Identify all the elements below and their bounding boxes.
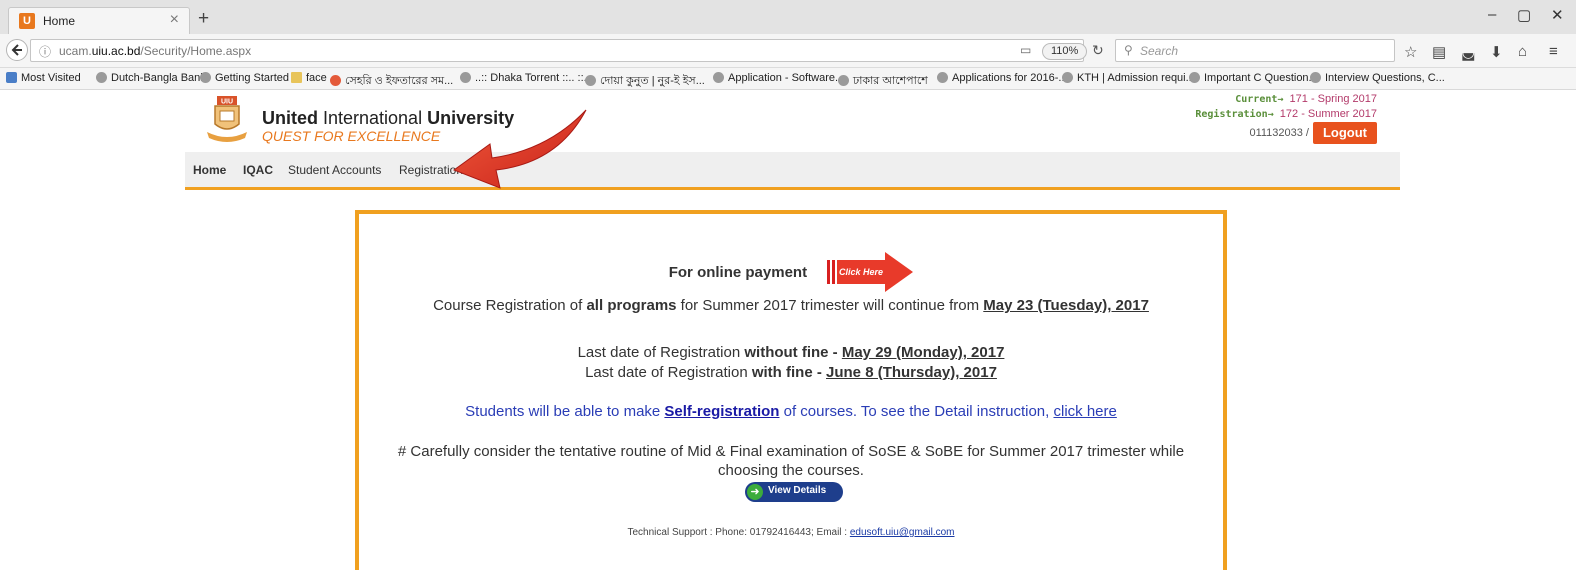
close-window-button[interactable]: ✕	[1551, 6, 1564, 24]
last-date-without-fine: Last date of Registration without fine -…	[577, 344, 1005, 361]
notice-box: For online payment Click Here Course Reg…	[355, 210, 1227, 570]
svg-text:UIU: UIU	[221, 99, 233, 106]
click-here-payment-button[interactable]: Click Here	[827, 252, 914, 292]
maximize-button[interactable]: ▢	[1517, 6, 1531, 24]
main-menu: Home IQAC Student Accounts Registration	[185, 152, 1400, 190]
logout-button[interactable]: Logout	[1313, 122, 1377, 144]
term-info: Current→ 171 - Spring 2017 Registration→…	[1195, 92, 1377, 122]
view-details-button[interactable]: ➜ View Details	[745, 482, 843, 502]
bookmark-dua-qunut[interactable]: দোয়া কুনুত | নুর-ই ইস...	[585, 72, 705, 89]
downloads-icon[interactable]: ⬇	[1490, 43, 1503, 61]
browser-titlebar: U Home × + – ▢ ✕	[0, 0, 1576, 34]
reading-list-icon[interactable]: ▤	[1432, 43, 1446, 61]
back-button[interactable]	[6, 39, 28, 61]
globe-icon	[585, 75, 596, 86]
reader-view-icon[interactable]: ▭	[1020, 43, 1031, 57]
globe-icon	[200, 72, 211, 83]
globe-icon	[1189, 72, 1200, 83]
bookmark-application-software[interactable]: Application - Software...	[713, 72, 844, 84]
routine-notice-line-2: choosing the courses.	[718, 462, 864, 479]
user-area: 011132033 / Logout	[1177, 122, 1377, 144]
bookmark-sehri-iftar[interactable]: সেহরি ও ইফতারের সম...	[330, 72, 453, 89]
menu-icon[interactable]: ≡	[1549, 43, 1558, 60]
last-date-with-fine: Last date of Registration with fine - Ju…	[585, 364, 997, 381]
bookmarks-toolbar: Most Visited Dutch-Bangla Bank Getting S…	[0, 68, 1576, 90]
bookmark-interview-questions[interactable]: Interview Questions, C...	[1310, 72, 1445, 84]
globe-icon	[1062, 72, 1073, 83]
bookmark-face[interactable]: face	[291, 72, 327, 84]
self-registration-link[interactable]: Self-registration	[664, 403, 779, 420]
search-placeholder: Search	[1140, 44, 1179, 58]
online-payment-row: For online payment Click Here	[359, 252, 1223, 292]
menu-student-accounts[interactable]: Student Accounts	[288, 163, 381, 177]
most-visited-icon	[6, 72, 17, 83]
bookmark-important-c-question[interactable]: Important C Question...	[1189, 72, 1318, 84]
globe-icon	[1310, 72, 1321, 83]
online-payment-label: For online payment	[668, 263, 808, 281]
search-icon: ⚲	[1124, 43, 1133, 57]
bookmark-dhaka-torrent[interactable]: ..:: Dhaka Torrent ::.. ::...	[460, 72, 593, 84]
registration-term-value: 172 - Summer 2017	[1279, 108, 1377, 120]
registration-term-label: Registration→	[1195, 109, 1274, 120]
menu-iqac[interactable]: IQAC	[243, 163, 273, 177]
reload-icon[interactable]: ↻	[1092, 42, 1104, 59]
current-term-label: Current→	[1235, 94, 1284, 105]
bookmark-most-visited[interactable]: Most Visited	[6, 72, 81, 84]
click-here-instruction-link[interactable]: click here	[1053, 403, 1116, 420]
browser-tab-home[interactable]: U Home ×	[8, 7, 190, 34]
globe-icon	[713, 72, 724, 83]
uiu-favicon-icon: U	[19, 13, 35, 29]
bookmark-applications-2016[interactable]: Applications for 2016-...	[937, 72, 1068, 84]
url-bar[interactable]: ⓘ ucam.uiu.ac.bd/Security/Home.aspx	[30, 39, 1084, 62]
annotation-arrow-icon	[452, 109, 587, 189]
pocket-icon[interactable]: ◛	[1461, 43, 1476, 61]
self-registration-text: Students will be able to make Self-regis…	[465, 403, 1117, 420]
university-tagline: QUEST FOR EXCELLENCE	[262, 128, 441, 144]
support-email-link[interactable]: edusoft.uiu@gmail.com	[850, 527, 955, 538]
registration-start-date: May 23 (Tuesday), 2017	[983, 297, 1149, 314]
registration-period-text: Course Registration of all programs for …	[433, 297, 1149, 314]
uiu-logo[interactable]: UIU	[205, 94, 249, 148]
current-term-value: 171 - Spring 2017	[1289, 93, 1377, 105]
menu-home[interactable]: Home	[193, 163, 226, 177]
svg-text:Click Here: Click Here	[839, 267, 883, 277]
url-text: ucam.uiu.ac.bd/Security/Home.aspx	[59, 44, 252, 58]
tab-title: Home	[43, 14, 76, 28]
new-tab-button[interactable]: +	[198, 8, 209, 30]
user-id: 011132033 /	[1249, 127, 1309, 139]
minimize-button[interactable]: –	[1488, 6, 1496, 23]
search-bar[interactable]: ⚲ Search	[1115, 39, 1395, 62]
tab-close-icon[interactable]: ×	[170, 11, 179, 29]
bookmark-kth-admission[interactable]: KTH | Admission requi...	[1062, 72, 1195, 84]
folder-icon	[291, 72, 302, 83]
globe-icon	[96, 72, 107, 83]
sehri-iftar-icon	[330, 75, 341, 86]
arrow-right-icon: ➜	[747, 484, 763, 500]
bookmark-star-icon[interactable]: ☆	[1404, 43, 1417, 61]
bookmark-getting-started[interactable]: Getting Started	[200, 72, 289, 84]
globe-icon	[460, 72, 471, 83]
site-info-icon[interactable]: ⓘ	[39, 43, 51, 60]
zoom-level-badge[interactable]: 110%	[1042, 43, 1088, 60]
browser-navbar: ⓘ ucam.uiu.ac.bd/Security/Home.aspx ▭ 11…	[0, 34, 1576, 68]
routine-notice-line-1: # Carefully consider the tentative routi…	[397, 443, 1185, 460]
bookmark-dutch-bangla-bank[interactable]: Dutch-Bangla Bank	[96, 72, 206, 84]
home-icon[interactable]: ⌂	[1518, 43, 1527, 60]
technical-support: Technical Support : Phone: 01792416443; …	[627, 527, 955, 538]
globe-icon	[937, 72, 948, 83]
bookmark-dhaka-ashepashe[interactable]: ঢাকার আশেপাশে	[838, 72, 928, 89]
globe-icon	[838, 75, 849, 86]
